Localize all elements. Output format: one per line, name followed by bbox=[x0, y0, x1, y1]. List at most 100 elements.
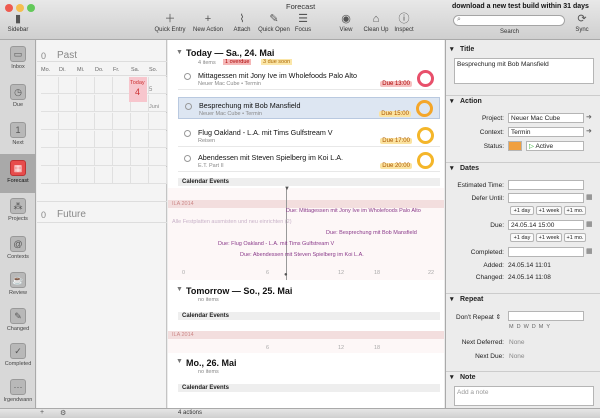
gear-icon[interactable]: ⚙ bbox=[60, 409, 66, 417]
title-section-header[interactable]: ▾ Title bbox=[446, 44, 600, 56]
due-plus-month-button[interactable]: +1 mo. bbox=[564, 233, 586, 242]
calendar-day-cell[interactable] bbox=[59, 167, 77, 184]
project-link-icon[interactable]: ➜ bbox=[586, 113, 592, 121]
title-field[interactable]: Besprechung mit Bob Mansfield bbox=[454, 58, 594, 84]
calendar-day-cell[interactable] bbox=[41, 95, 59, 112]
today-cell[interactable]: Today 4 bbox=[129, 77, 147, 102]
timeline-handle-icon[interactable]: ● bbox=[284, 272, 288, 278]
context-link-icon[interactable]: ➜ bbox=[586, 127, 592, 135]
calendar-day-cell[interactable] bbox=[131, 167, 149, 184]
task-row[interactable]: Flug Oakland - L.A. mit Tims Gulfstream … bbox=[178, 125, 440, 147]
calendar-day-cell[interactable] bbox=[77, 95, 95, 112]
due-plus-week-button[interactable]: +1 week bbox=[536, 233, 562, 242]
past-row[interactable]: 0 Past bbox=[37, 40, 167, 62]
timeline-handle-icon[interactable]: ▼ bbox=[284, 186, 290, 192]
sidebar-item-review[interactable]: ☕ Review bbox=[0, 266, 36, 305]
defer-plus-week-button[interactable]: +1 week bbox=[536, 206, 562, 215]
sidebar-item-contexts[interactable]: @ Contexts bbox=[0, 230, 36, 269]
close-window-button[interactable] bbox=[5, 4, 13, 12]
task-row[interactable]: Abendessen mit Steven Spielberg im Koi L… bbox=[178, 150, 440, 172]
calendar-day-cell[interactable] bbox=[59, 149, 77, 166]
sidebar-item-forecast[interactable]: ▦ Forecast bbox=[0, 154, 36, 193]
future-row[interactable]: 0 Future bbox=[37, 201, 167, 223]
calendar-day-cell[interactable] bbox=[41, 149, 59, 166]
calendar-day-cell[interactable] bbox=[95, 131, 113, 148]
search-input[interactable]: ⌕ bbox=[453, 15, 565, 26]
repeat-unit-selector[interactable]: MDWDMY bbox=[509, 324, 553, 330]
repeat-section-header[interactable]: ▾ Repeat bbox=[446, 293, 600, 305]
sidebar-item-inbox[interactable]: ▭ Inbox bbox=[0, 40, 36, 79]
task-row-selected[interactable]: Besprechung mit Bob Mansfield Neuer Mac … bbox=[178, 97, 440, 119]
status-select[interactable]: ▷ Active bbox=[526, 141, 584, 151]
calendar-day-cell[interactable] bbox=[131, 149, 149, 166]
calendar-day-cell[interactable] bbox=[77, 131, 95, 148]
minimize-window-button[interactable] bbox=[16, 4, 24, 12]
calendar-day-cell[interactable] bbox=[113, 113, 131, 130]
calendar-day-cell[interactable] bbox=[95, 149, 113, 166]
calendar-day-cell[interactable] bbox=[59, 131, 77, 148]
calendar-day-cell[interactable] bbox=[77, 167, 95, 184]
note-section-header[interactable]: ▾ Note bbox=[446, 371, 600, 383]
estimated-time-field[interactable] bbox=[508, 180, 584, 190]
sidebar-item-irgendwann[interactable]: ··· Irgendwann bbox=[0, 373, 36, 412]
calendar-day-cell[interactable] bbox=[95, 167, 113, 184]
calendar-icon[interactable]: ▦ bbox=[586, 220, 593, 228]
task-checkbox[interactable] bbox=[185, 103, 192, 110]
note-field[interactable]: Add a note bbox=[454, 386, 594, 406]
calendar-day-cell[interactable] bbox=[149, 131, 167, 148]
repeat-interval-field[interactable] bbox=[508, 311, 584, 321]
calendar-icon[interactable]: ▦ bbox=[586, 193, 593, 201]
action-section-header[interactable]: ▾ Action bbox=[446, 95, 600, 107]
flag-toggle[interactable] bbox=[508, 141, 522, 151]
sidebar-item-changed[interactable]: ✎ Changed bbox=[0, 302, 36, 341]
project-field[interactable]: Neuer Mac Cube bbox=[508, 113, 584, 123]
calendar-day-cell[interactable] bbox=[59, 113, 77, 130]
calendar-day-cell[interactable] bbox=[113, 167, 131, 184]
quick-entry-button[interactable]: ＋ Quick Entry bbox=[150, 13, 190, 33]
calendar-day-cell[interactable] bbox=[77, 113, 95, 130]
calendar-day-cell[interactable] bbox=[131, 113, 149, 130]
calendar-day-cell[interactable] bbox=[95, 113, 113, 130]
collapse-triangle-icon[interactable]: ▼ bbox=[176, 49, 183, 56]
task-row[interactable]: Mittagessen mit Jony Ive im Wholefoods P… bbox=[178, 68, 440, 90]
defer-plus-day-button[interactable]: +1 day bbox=[510, 206, 534, 215]
completed-field[interactable] bbox=[508, 247, 584, 257]
calendar-day-cell[interactable] bbox=[41, 77, 59, 94]
calendar-icon[interactable]: ▦ bbox=[586, 247, 593, 255]
sidebar-button[interactable]: ▮ Sidebar bbox=[0, 13, 38, 33]
context-field[interactable]: Termin bbox=[508, 127, 584, 137]
task-checkbox[interactable] bbox=[184, 73, 191, 80]
calendar-day-cell[interactable] bbox=[149, 113, 167, 130]
calendar-day-cell[interactable] bbox=[41, 131, 59, 148]
inspect-button[interactable]: ⓘ Inspect bbox=[384, 13, 424, 33]
dates-section-header[interactable]: ▾ Dates bbox=[446, 162, 600, 174]
defer-plus-month-button[interactable]: +1 mo. bbox=[564, 206, 586, 215]
calendar-day-cell[interactable] bbox=[59, 77, 77, 94]
due-plus-day-button[interactable]: +1 day bbox=[510, 233, 534, 242]
calendar-day-cell[interactable] bbox=[149, 149, 167, 166]
add-icon[interactable]: + bbox=[40, 409, 44, 416]
zoom-window-button[interactable] bbox=[27, 4, 35, 12]
calendar-day-cell[interactable] bbox=[113, 149, 131, 166]
sync-button[interactable]: ⟳ Sync bbox=[567, 13, 597, 33]
focus-button[interactable]: ☰ Focus bbox=[283, 13, 323, 33]
calendar-day-cell[interactable] bbox=[41, 113, 59, 130]
calendar-day-cell[interactable] bbox=[113, 131, 131, 148]
collapse-triangle-icon[interactable]: ▼ bbox=[176, 358, 183, 365]
sidebar-item-next[interactable]: 1 Next bbox=[0, 116, 36, 155]
sidebar-item-due[interactable]: ◷ Due bbox=[0, 78, 36, 117]
calendar-day-cell[interactable] bbox=[95, 95, 113, 112]
calendar-day-cell[interactable] bbox=[77, 77, 95, 94]
due-field[interactable]: 24.05.14 15:00 bbox=[508, 220, 584, 230]
sidebar-item-completed[interactable]: ✓ Completed bbox=[0, 337, 36, 376]
task-checkbox[interactable] bbox=[184, 155, 191, 162]
calendar-day-cell[interactable] bbox=[41, 167, 59, 184]
calendar-day-cell[interactable] bbox=[131, 131, 149, 148]
repeat-select[interactable]: Don't Repeat ⇕ bbox=[456, 313, 501, 321]
calendar-day-cell[interactable] bbox=[59, 95, 77, 112]
task-checkbox[interactable] bbox=[184, 130, 191, 137]
calendar-day-cell[interactable] bbox=[77, 149, 95, 166]
sidebar-item-projects[interactable]: ⁂ Projects bbox=[0, 192, 36, 231]
collapse-triangle-icon[interactable]: ▼ bbox=[176, 286, 183, 293]
calendar-day-cell[interactable] bbox=[149, 167, 167, 184]
